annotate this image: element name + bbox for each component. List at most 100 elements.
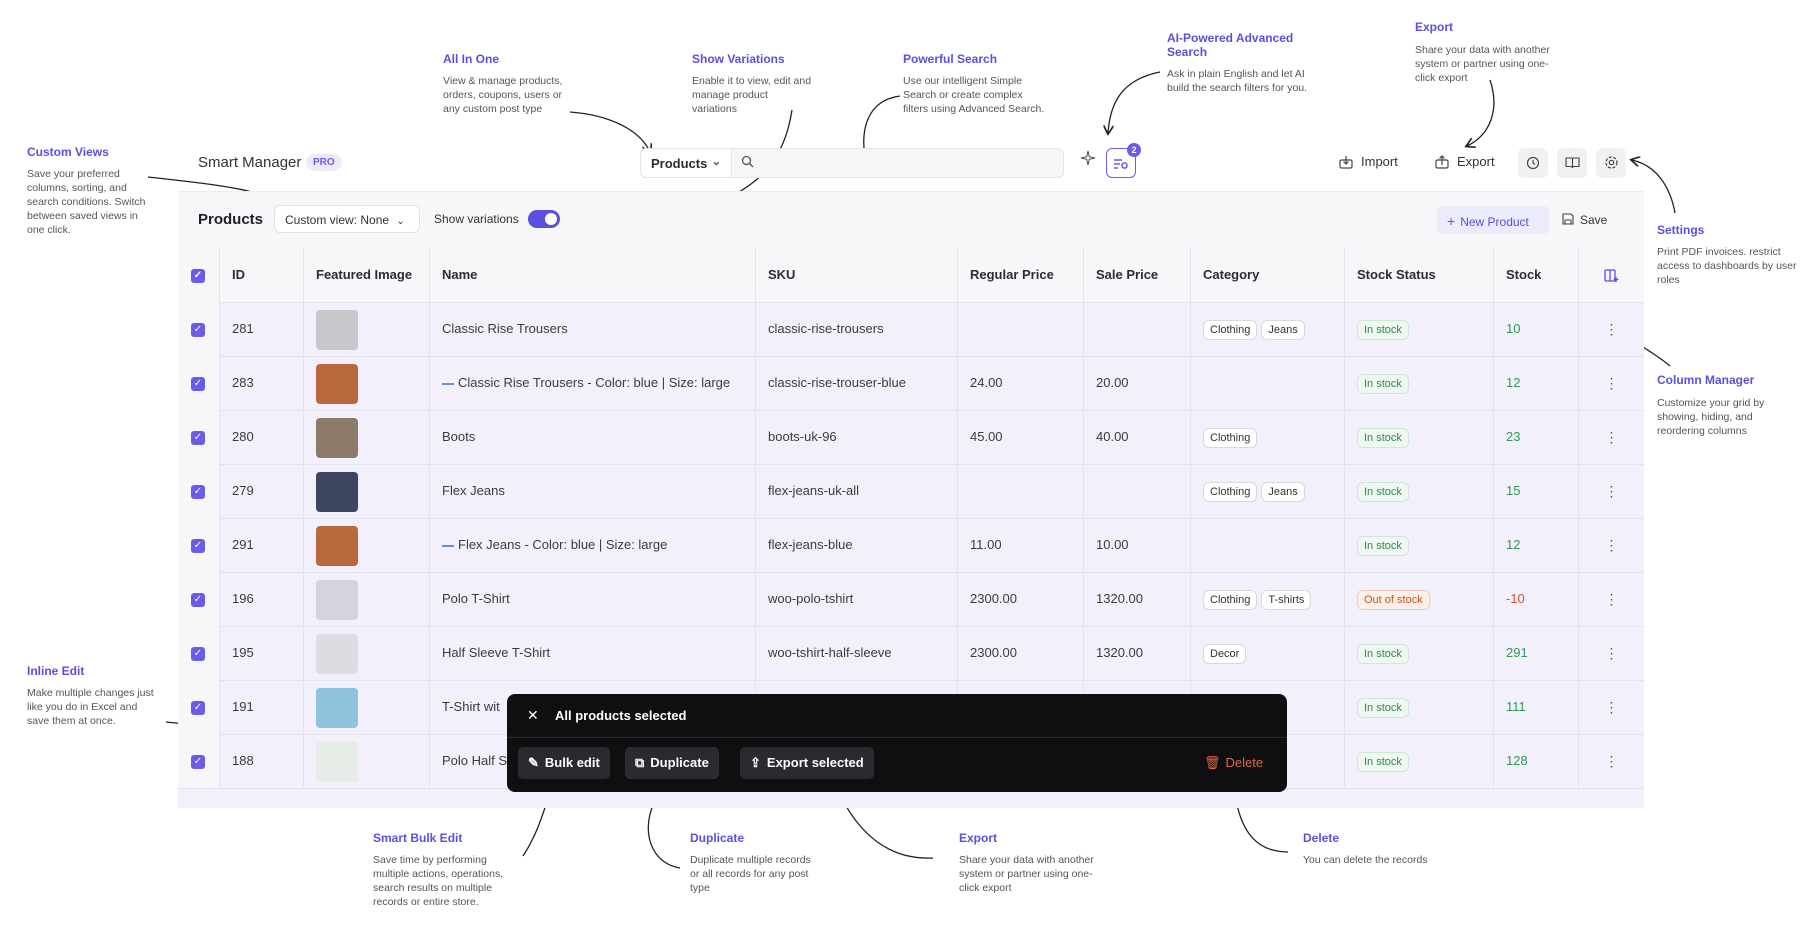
cell-regular-price[interactable]: 24.00 — [958, 356, 1084, 410]
cell-regular-price[interactable]: 2300.00 — [958, 626, 1084, 680]
custom-view-dropdown[interactable]: Custom view: None ⌄ — [274, 205, 420, 233]
row-checkbox[interactable]: ✓ — [178, 356, 220, 410]
row-checkbox[interactable]: ✓ — [178, 410, 220, 464]
cell-category[interactable] — [1191, 356, 1345, 410]
cell-regular-price[interactable]: 2300.00 — [958, 572, 1084, 626]
cell-stock[interactable]: 12 — [1494, 356, 1579, 410]
export-button[interactable]: Export — [1435, 148, 1505, 178]
cell-featured-image[interactable] — [304, 410, 430, 464]
cell-regular-price[interactable]: 45.00 — [958, 410, 1084, 464]
close-icon[interactable]: ✕ — [527, 707, 539, 724]
cell-regular-price[interactable] — [958, 302, 1084, 356]
row-actions-kebab-icon[interactable]: ⋮ — [1579, 464, 1644, 518]
row-actions-kebab-icon[interactable]: ⋮ — [1579, 626, 1644, 680]
column-header[interactable]: Stock — [1494, 248, 1579, 302]
cell-stock-status[interactable]: In stock — [1345, 626, 1494, 680]
cell-sale-price[interactable]: 20.00 — [1084, 356, 1191, 410]
table-row[interactable]: ✓ 280 Boots boots-uk-96 45.00 40.00 Clothing In… — [178, 410, 1644, 465]
cell-sale-price[interactable]: 1320.00 — [1084, 572, 1191, 626]
row-checkbox[interactable]: ✓ — [178, 302, 220, 356]
sparkle-icon[interactable] — [1073, 148, 1103, 178]
column-header[interactable]: ID — [220, 248, 304, 302]
cell-stock-status[interactable]: In stock — [1345, 518, 1494, 572]
cell-sku[interactable]: classic-rise-trousers — [756, 302, 958, 356]
select-all-checkbox[interactable]: ✓ — [178, 248, 220, 302]
bulk-edit-button[interactable]: ✎ Bulk edit — [518, 747, 610, 779]
row-actions-kebab-icon[interactable]: ⋮ — [1579, 302, 1644, 356]
duplicate-button[interactable]: ⧉ Duplicate — [625, 747, 719, 779]
show-variations-toggle[interactable] — [528, 210, 560, 228]
row-checkbox[interactable]: ✓ — [178, 734, 220, 788]
search-bar[interactable] — [732, 148, 1064, 178]
cell-id[interactable]: 196 — [220, 572, 304, 626]
cell-category[interactable]: Clothing Jeans — [1191, 302, 1345, 356]
cell-category[interactable] — [1191, 518, 1345, 572]
cell-stock-status[interactable]: In stock — [1345, 680, 1494, 734]
cell-category[interactable]: Decor — [1191, 626, 1345, 680]
column-header[interactable]: Featured Image — [304, 248, 430, 302]
cell-stock[interactable]: 15 — [1494, 464, 1579, 518]
cell-category[interactable]: Clothing — [1191, 410, 1345, 464]
cell-featured-image[interactable] — [304, 356, 430, 410]
cell-id[interactable]: 280 — [220, 410, 304, 464]
cell-name[interactable]: Flex Jeans - Color: blue | Size: large — [430, 518, 756, 572]
new-product-button[interactable]: + New Product — [1437, 206, 1549, 234]
row-actions-kebab-icon[interactable]: ⋮ — [1579, 572, 1644, 626]
delete-button[interactable]: 🗑 Delete — [1204, 755, 1263, 771]
cell-sale-price[interactable]: 40.00 — [1084, 410, 1191, 464]
row-actions-kebab-icon[interactable]: ⋮ — [1579, 734, 1644, 788]
cell-id[interactable]: 291 — [220, 518, 304, 572]
cell-id[interactable]: 195 — [220, 626, 304, 680]
cell-featured-image[interactable] — [304, 518, 430, 572]
row-actions-kebab-icon[interactable]: ⋮ — [1579, 356, 1644, 410]
table-row[interactable]: ✓ 279 Flex Jeans flex-jeans-uk-all Clothing J… — [178, 464, 1644, 519]
cell-stock[interactable]: 111 — [1494, 680, 1579, 734]
cell-name[interactable]: Flex Jeans — [430, 464, 756, 518]
row-actions-kebab-icon[interactable]: ⋮ — [1579, 410, 1644, 464]
cell-stock-status[interactable]: In stock — [1345, 410, 1494, 464]
cell-stock[interactable]: 10 — [1494, 302, 1579, 356]
cell-category[interactable]: Clothing T-shirts — [1191, 572, 1345, 626]
row-checkbox[interactable]: ✓ — [178, 572, 220, 626]
column-header[interactable]: Name — [430, 248, 756, 302]
cell-stock-status[interactable]: Out of stock — [1345, 572, 1494, 626]
table-row[interactable]: ✓ 281 Classic Rise Trousers classic-rise-tr… — [178, 302, 1644, 357]
history-icon[interactable] — [1518, 148, 1548, 178]
cell-sku[interactable]: woo-tshirt-half-sleeve — [756, 626, 958, 680]
cell-regular-price[interactable]: 11.00 — [958, 518, 1084, 572]
column-header[interactable]: SKU — [756, 248, 958, 302]
cell-stock[interactable]: -10 — [1494, 572, 1579, 626]
cell-id[interactable]: 281 — [220, 302, 304, 356]
search-input[interactable] — [762, 154, 1056, 174]
row-checkbox[interactable]: ✓ — [178, 464, 220, 518]
cell-sale-price[interactable]: 1320.00 — [1084, 626, 1191, 680]
table-row[interactable]: ✓ 291 Flex Jeans - Color: blue | Size: lar… — [178, 518, 1644, 573]
column-header[interactable]: Sale Price — [1084, 248, 1191, 302]
cell-name[interactable]: Classic Rise Trousers — [430, 302, 756, 356]
row-actions-kebab-icon[interactable]: ⋮ — [1579, 518, 1644, 572]
column-header[interactable]: Regular Price — [958, 248, 1084, 302]
cell-featured-image[interactable] — [304, 734, 430, 788]
cell-stock[interactable]: 23 — [1494, 410, 1579, 464]
advanced-search-button[interactable]: 2 — [1106, 143, 1141, 178]
cell-id[interactable]: 191 — [220, 680, 304, 734]
cell-name[interactable]: Polo T-Shirt — [430, 572, 756, 626]
cell-name[interactable]: Classic Rise Trousers - Color: blue | Si… — [430, 356, 756, 410]
cell-regular-price[interactable] — [958, 464, 1084, 518]
cell-id[interactable]: 188 — [220, 734, 304, 788]
cell-featured-image[interactable] — [304, 572, 430, 626]
cell-stock-status[interactable]: In stock — [1345, 464, 1494, 518]
save-button[interactable]: Save — [1562, 206, 1607, 234]
column-manager-icon[interactable] — [1579, 248, 1644, 302]
row-checkbox[interactable]: ✓ — [178, 518, 220, 572]
cell-featured-image[interactable] — [304, 464, 430, 518]
table-row[interactable]: ✓ 195 Half Sleeve T-Shirt woo-tshirt-half-s… — [178, 626, 1644, 681]
cell-sale-price[interactable] — [1084, 302, 1191, 356]
table-row[interactable]: ✓ 196 Polo T-Shirt woo-polo-tshirt 2300.00 13… — [178, 572, 1644, 627]
table-row[interactable]: ✓ 283 Classic Rise Trousers - Color: blue … — [178, 356, 1644, 411]
cell-sku[interactable]: classic-rise-trouser-blue — [756, 356, 958, 410]
cell-sku[interactable]: flex-jeans-blue — [756, 518, 958, 572]
cell-name[interactable]: Half Sleeve T-Shirt — [430, 626, 756, 680]
cell-id[interactable]: 279 — [220, 464, 304, 518]
settings-icon[interactable] — [1596, 148, 1626, 178]
